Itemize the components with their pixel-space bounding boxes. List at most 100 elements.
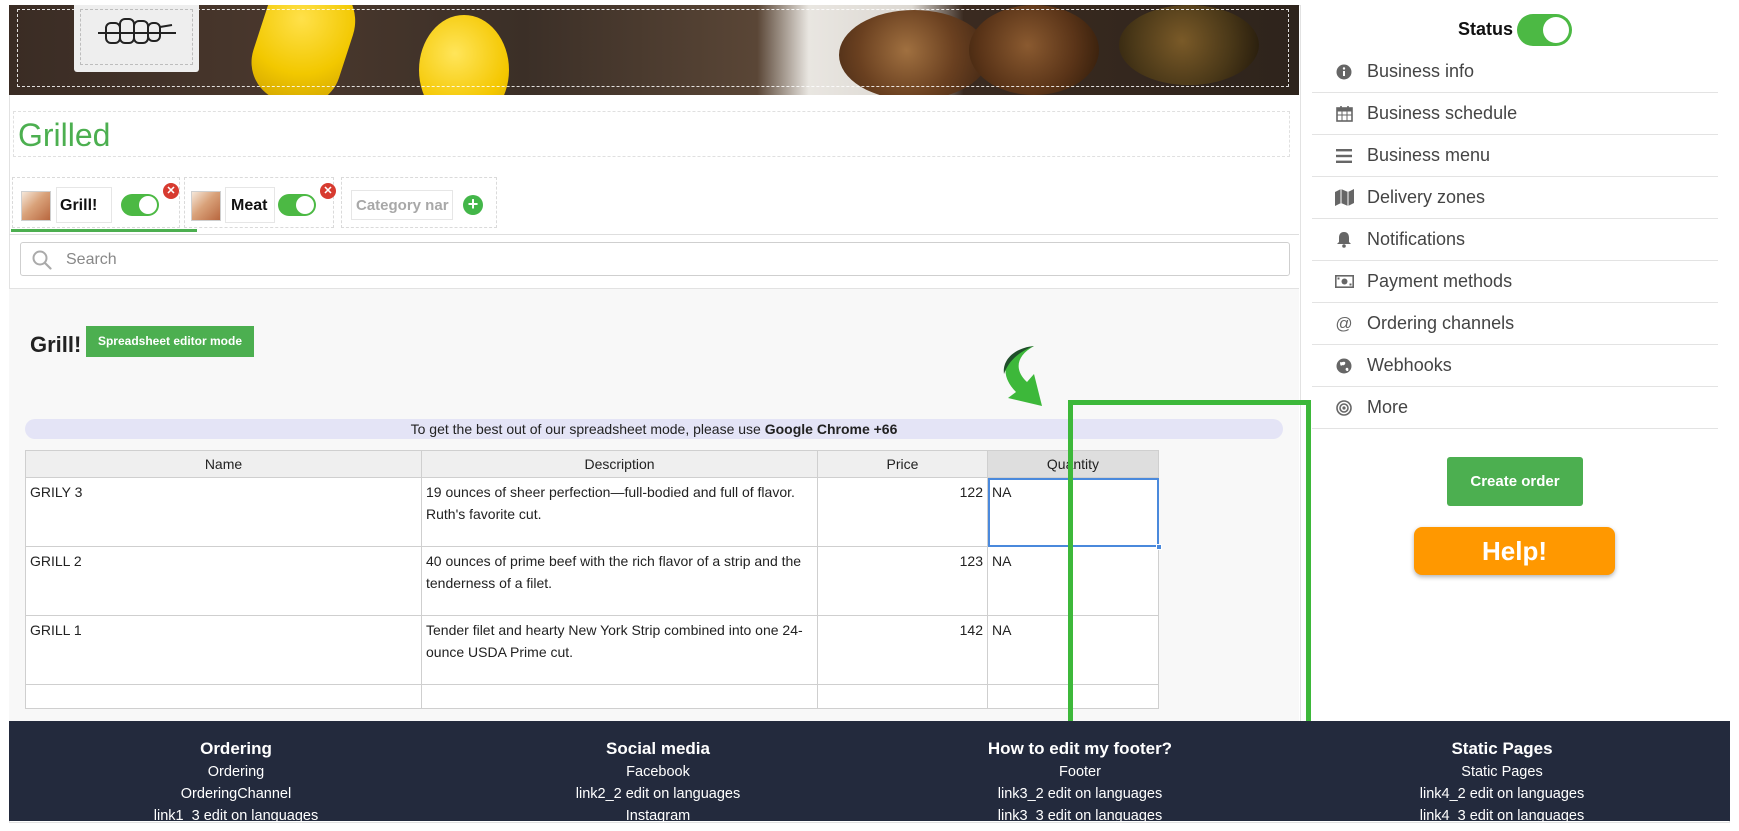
- footer-link[interactable]: Footer: [880, 761, 1280, 783]
- at-icon: @: [1335, 313, 1353, 333]
- help-button[interactable]: Help!: [1414, 527, 1615, 575]
- search-icon: [32, 250, 52, 270]
- cover-image[interactable]: [9, 5, 1299, 95]
- footer-link[interactable]: OrderingChannel: [36, 783, 436, 805]
- cell-empty[interactable]: [817, 684, 988, 709]
- highlight-box: [1068, 400, 1311, 733]
- cell-quantity-value: NA: [992, 484, 1012, 500]
- tab-meat[interactable]: Meat: [184, 177, 334, 228]
- tabs-divider: [9, 234, 1299, 235]
- settings-sidebar: Status Business info Business schedule B…: [1300, 5, 1730, 721]
- tab-grill[interactable]: Grill!: [12, 177, 180, 228]
- sidebar-item-business-menu[interactable]: Business menu: [1312, 135, 1718, 177]
- skewer-logo-icon: [98, 18, 176, 44]
- category-toggle[interactable]: [278, 194, 316, 216]
- remove-category-icon[interactable]: ✕: [163, 183, 179, 199]
- add-category-icon[interactable]: +: [463, 195, 483, 215]
- column-header-description[interactable]: Description: [421, 450, 818, 478]
- status-toggle[interactable]: [1517, 14, 1572, 46]
- page-title[interactable]: Grilled: [18, 117, 110, 154]
- cell-price[interactable]: 122: [817, 477, 988, 547]
- sidebar-item-more[interactable]: More: [1312, 387, 1718, 429]
- sidebar-item-label: Webhooks: [1367, 355, 1452, 375]
- footer-heading: Static Pages: [1451, 739, 1553, 758]
- footer-link[interactable]: Facebook: [458, 761, 858, 783]
- globe-icon: [1331, 358, 1357, 374]
- sidebar-item-notifications[interactable]: Notifications: [1312, 219, 1718, 261]
- column-header-price[interactable]: Price: [817, 450, 988, 478]
- store-logo[interactable]: [74, 5, 199, 72]
- cell-description[interactable]: Tender filet and hearty New York Strip c…: [421, 615, 818, 685]
- column-header-name[interactable]: Name: [25, 450, 422, 478]
- category-thumbnail: [21, 191, 51, 221]
- cover-drop-zone: [17, 9, 1289, 87]
- sidebar-item-ordering-channels[interactable]: @ Ordering channels: [1312, 303, 1718, 345]
- bullseye-icon: [1331, 399, 1357, 416]
- category-thumbnail: [191, 191, 221, 221]
- footer-link[interactable]: link2_2 edit on languages: [458, 783, 858, 805]
- active-tab-indicator: [11, 229, 197, 232]
- footer-heading: How to edit my footer?: [987, 739, 1173, 758]
- section-title: Grill!: [30, 332, 82, 357]
- sidebar-item-label: Payment methods: [1367, 271, 1513, 291]
- sidebar-item-label: Ordering channels: [1367, 313, 1515, 333]
- footer-link[interactable]: link4_2 edit on languages: [1302, 783, 1702, 805]
- status-label: Status: [1458, 19, 1514, 39]
- bell-icon: [1331, 231, 1357, 248]
- sidebar-item-label: More: [1367, 397, 1409, 417]
- cell-price[interactable]: 123: [817, 546, 988, 616]
- sidebar-item-label: Business info: [1367, 61, 1475, 81]
- money-icon: [1331, 275, 1357, 288]
- sidebar-item-webhooks[interactable]: Webhooks: [1312, 345, 1718, 387]
- cell-name[interactable]: GRILY 3: [25, 477, 422, 547]
- footer-link[interactable]: Instagram: [458, 805, 858, 821]
- footer-link[interactable]: link1_3 edit on languages: [36, 805, 436, 821]
- table-row-empty: [25, 684, 1159, 709]
- tab-label: Grill!: [60, 197, 98, 214]
- cell-description[interactable]: 40 ounces of prime beef with the rich fl…: [421, 546, 818, 616]
- table-row: GRILY 3 19 ounces of sheer perfection—fu…: [25, 477, 1162, 550]
- footer-column-static-pages: Static Pages Static Pages link4_2 edit o…: [1302, 739, 1702, 821]
- curved-arrow-icon: [1003, 346, 1042, 406]
- search-input[interactable]: [66, 249, 1266, 271]
- spreadsheet-mode-button[interactable]: Spreadsheet editor mode: [86, 326, 254, 357]
- settings-menu: Business info Business schedule Business…: [1312, 51, 1718, 429]
- footer-heading: Social media: [606, 739, 710, 758]
- footer-link[interactable]: link3_3 edit on languages: [880, 805, 1280, 821]
- cell-empty[interactable]: [421, 684, 818, 709]
- cell-name[interactable]: GRILL 2: [25, 546, 422, 616]
- footer-column-how-to: How to edit my footer? Footer link3_2 ed…: [880, 739, 1280, 821]
- title-edit-box[interactable]: [13, 111, 1290, 157]
- sidebar-item-business-schedule[interactable]: Business schedule: [1312, 93, 1718, 135]
- table-row: GRILL 1 Tender filet and hearty New York…: [25, 615, 1159, 685]
- footer-column-social: Social media Facebook link2_2 edit on la…: [458, 739, 858, 821]
- create-order-button[interactable]: Create order: [1447, 457, 1583, 506]
- category-toggle[interactable]: [121, 194, 159, 216]
- map-icon: [1331, 189, 1357, 206]
- footer-heading: Ordering: [200, 739, 272, 758]
- sidebar-item-business-info[interactable]: Business info: [1312, 51, 1718, 93]
- category-tabs: Grill! ✕ Meat ✕ Category nar +: [9, 177, 1299, 235]
- spreadsheet-table: Name Description Price Quantity GRILY 3 …: [25, 450, 1162, 709]
- calendar-icon: [1331, 105, 1357, 122]
- remove-category-icon[interactable]: ✕: [320, 183, 336, 199]
- cell-name[interactable]: GRILL 1: [25, 615, 422, 685]
- cell-description[interactable]: 19 ounces of sheer perfection—full-bodie…: [421, 477, 818, 547]
- sidebar-item-label: Business schedule: [1367, 103, 1518, 123]
- notice-browser: Google Chrome +66: [764, 421, 898, 437]
- category-name-input[interactable]: Category nar: [351, 190, 453, 220]
- footer-link[interactable]: link4_3 edit on languages: [1302, 805, 1702, 821]
- footer-link[interactable]: Static Pages: [1302, 761, 1702, 783]
- sidebar-item-label: Notifications: [1367, 229, 1466, 249]
- sidebar-item-label: Business menu: [1367, 145, 1491, 165]
- footer-link[interactable]: Ordering: [36, 761, 436, 783]
- tab-label: Meat: [231, 197, 268, 214]
- cell-price[interactable]: 142: [817, 615, 988, 685]
- hamburger-menu-icon: [1331, 148, 1357, 163]
- sidebar-item-payment-methods[interactable]: Payment methods: [1312, 261, 1718, 303]
- table-header-row: Name Description Price Quantity: [25, 450, 1159, 478]
- sidebar-item-delivery-zones[interactable]: Delivery zones: [1312, 177, 1718, 219]
- cell-empty[interactable]: [25, 684, 422, 709]
- search-bar: [20, 242, 1290, 276]
- footer-link[interactable]: link3_2 edit on languages: [880, 783, 1280, 805]
